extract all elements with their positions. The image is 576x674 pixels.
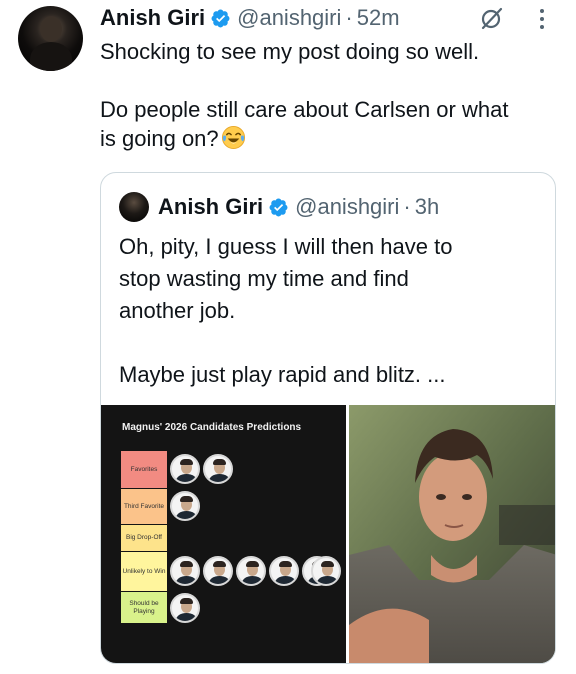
post-text-line: Do people still care about Carlsen or wh… [100,97,509,122]
avatar-head [40,16,62,42]
player-face [203,454,233,484]
quoted-text-line: another job. [119,298,236,323]
quoted-post-text: Oh, pity, I guess I will then have to st… [119,231,539,391]
quoted-text-line: Maybe just play rapid and blitz. ... [119,362,446,387]
avatar-body [30,42,72,71]
post-timestamp[interactable]: 52m [357,5,400,31]
tier-row-label: Third Favorite [121,489,167,525]
quoted-author-handle: @anishgiri [295,194,400,219]
player-face [311,556,341,586]
quoted-text-line: stop wasting my time and find [119,266,409,291]
quoted-post-header: Anish Giri @anishgiri · 3h [158,193,439,221]
quoted-post-timestamp: 3h [414,194,440,219]
author-handle[interactable]: @anishgiri [237,5,341,31]
tier-list-image[interactable]: Magnus' 2026 Candidates Predictions Favo… [101,405,346,663]
player-face [170,593,200,623]
tears-of-joy-emoji-icon [221,125,245,150]
player-face [269,556,299,586]
post-text: Shocking to see my post doing so well. D… [100,37,570,153]
player-face [203,556,233,586]
tier-list-title: Magnus' 2026 Candidates Predictions [122,422,302,433]
quoted-text-line: Oh, pity, I guess I will then have to [119,234,453,259]
verified-badge-icon [211,9,230,27]
quoted-author-name: Anish Giri [158,194,264,219]
separator-dot: · [403,194,411,219]
post-text-line: is going on? [100,124,570,153]
tier-row-label: Should be Playing [121,592,167,624]
player-face [170,556,200,586]
player-face [170,491,200,521]
player-face [236,556,266,586]
verified-badge-icon [269,198,288,216]
man-in-grey-tshirt-photo[interactable] [349,405,556,664]
author-name[interactable]: Anish Giri [100,5,205,31]
author-avatar[interactable] [18,6,83,71]
grok-icon[interactable] [478,4,506,32]
quoted-author-avatar[interactable] [119,192,149,222]
post-header: Anish Giri @anishgiri · 52m [100,4,400,32]
quoted-post-card[interactable]: Anish Giri @anishgiri · 3h Oh, pity, I g… [100,172,556,664]
post-text-line: Shocking to see my post doing so well. [100,39,480,64]
tier-row-label: Unlikely to Win [121,552,167,592]
tier-row-label: Big Drop-Off [121,525,167,552]
player-face [170,454,200,484]
more-options-icon[interactable] [534,6,550,32]
separator-dot: · [345,5,353,30]
tier-row-label: Favorites [121,451,167,489]
